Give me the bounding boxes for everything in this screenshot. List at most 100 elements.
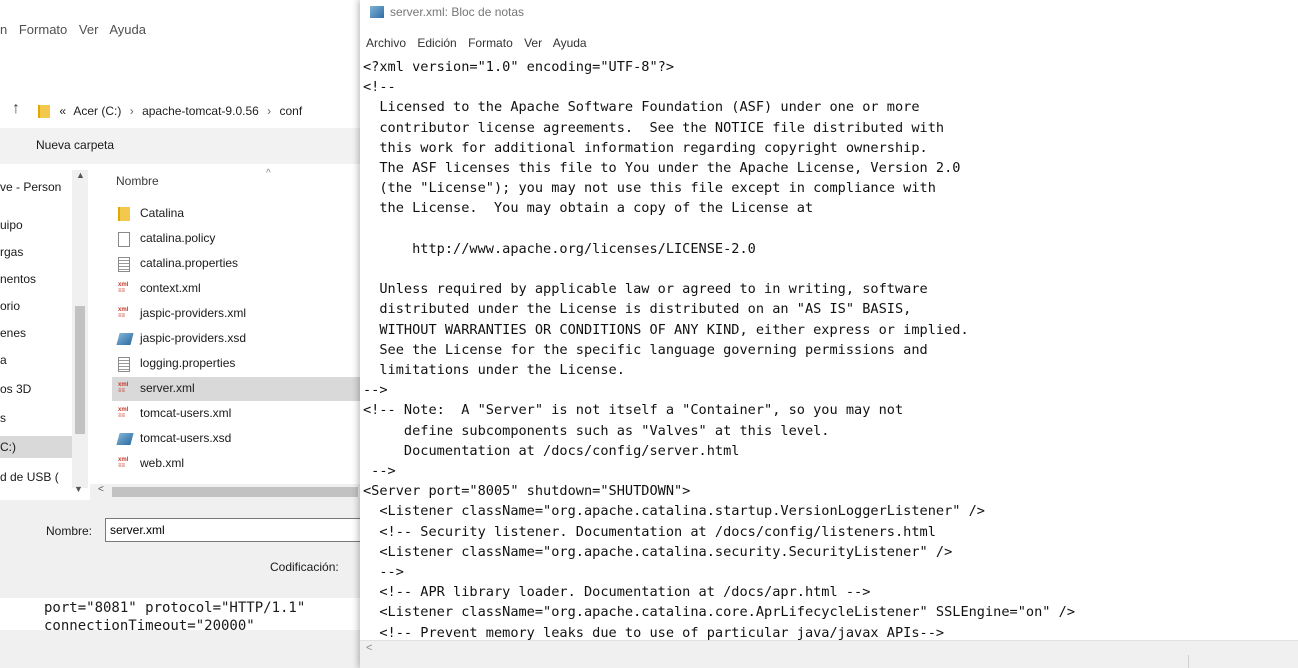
xml-file-icon: xml ≡≡ [118,307,129,319]
code-line[interactable]: Documentation at /docs/config/server.htm… [363,441,740,461]
menu-item-format[interactable]: Formato [19,22,67,37]
chevron-right-icon[interactable]: › [267,104,271,118]
file-list: Nombre ^ Catalina catalina.policy catali… [90,164,372,484]
address-bar: ↑ « Acer (C:) › apache-tomcat-9.0.56 › c… [0,96,372,126]
code-line[interactable]: <Server port="8005" shutdown="SHUTDOWN"> [363,481,690,501]
menu-item-view[interactable]: Ver [524,36,542,50]
code-line[interactable]: <!-- [363,77,396,97]
breadcrumb-item-conf[interactable]: conf [280,104,303,118]
menu-bar: Archivo Edición Formato Ver Ayuda [366,36,595,50]
file-list-hscrollbar[interactable]: < [90,484,372,500]
code-line[interactable]: contributor license agreements. See the … [363,118,944,138]
code-line[interactable]: this work for additional information reg… [363,138,927,158]
nav-item-desktop[interactable]: orio [0,295,72,317]
nav-item-images[interactable]: enes [0,322,72,344]
code-line[interactable]: Unless required by applicable law or agr… [363,279,927,299]
file-row[interactable]: xml ≡≡ context.xml [112,277,372,301]
encoding-label: Codificación: [270,560,339,574]
folder-icon [118,207,130,221]
code-line[interactable]: --> [363,461,396,481]
menu-item-edit-partial[interactable]: n [0,22,7,37]
code-line[interactable]: distributed under the License is distrib… [363,299,911,319]
scroll-thumb[interactable] [75,306,85,434]
scroll-up-icon[interactable]: ▲ [76,170,85,180]
nav-item-this-pc[interactable]: uipo [0,214,72,236]
xml-file-icon: xml ≡≡ [118,457,129,469]
nav-item-3d-objects[interactable]: os 3D [0,378,72,400]
text-editor-area[interactable]: <?xml version="1.0" encoding="UTF-8"?> <!… [360,52,1298,640]
code-line[interactable]: --> [363,380,388,400]
breadcrumb-item-tomcat[interactable]: apache-tomcat-9.0.56 [142,104,259,118]
nav-scrollbar[interactable]: ▲ [72,170,88,488]
file-row[interactable]: logging.properties [112,352,372,376]
code-line[interactable]: define subcomponents such as "Valves" at… [363,421,830,441]
file-name: context.xml [140,281,201,295]
code-line[interactable]: Licensed to the Apache Software Foundati… [363,97,919,117]
editor-hscrollbar[interactable]: < [360,640,1298,658]
scroll-left-icon[interactable]: < [98,484,104,495]
xml-file-icon: xml ≡≡ [118,382,129,394]
code-line[interactable]: <!-- Prevent memory leaks due to use of … [363,623,944,640]
nav-item-music[interactable]: a [0,349,72,371]
menu-item-help[interactable]: Ayuda [109,22,146,37]
code-line[interactable]: limitations under the License. [363,360,625,380]
file-row[interactable]: xml ≡≡ tomcat-users.xml [112,402,372,426]
menu-item-help[interactable]: Ayuda [553,36,587,50]
file-row[interactable]: jaspic-providers.xsd [112,327,372,351]
xml-file-icon: xml ≡≡ [118,407,129,419]
file-name: jaspic-providers.xml [140,306,247,320]
nav-item-drive-c[interactable]: C:) [0,436,72,458]
file-name: catalina.policy [140,231,216,245]
background-editor-text: port="8081" protocol="HTTP/1.1" connecti… [0,598,372,630]
code-line[interactable]: (the "License"); you may not use this fi… [363,178,936,198]
scroll-down-icon[interactable]: ▼ [74,484,83,494]
title-bar[interactable]: server.xml: Bloc de notas [360,0,1298,30]
menu-item-format[interactable]: Formato [468,36,513,50]
file-name: tomcat-users.xml [140,406,232,420]
file-row[interactable]: catalina.policy [112,227,372,251]
breadcrumb-item-drive[interactable]: Acer (C:) [73,104,121,118]
code-line[interactable]: <Listener className="org.apache.catalina… [363,501,985,521]
nav-item-onedrive[interactable]: ve - Person [0,176,72,198]
code-line[interactable]: the License. You may obtain a copy of th… [363,198,813,218]
menu-item-view[interactable]: Ver [79,22,99,37]
document-icon [118,232,130,247]
nav-item-videos[interactable]: s [0,407,72,429]
up-arrow-icon[interactable]: ↑ [12,100,20,118]
properties-file-icon [118,357,130,372]
nav-item-documents[interactable]: nentos [0,268,72,290]
file-row-selected[interactable]: xml ≡≡ server.xml [112,377,372,401]
file-row[interactable]: xml ≡≡ jaspic-providers.xml [112,302,372,326]
code-line[interactable]: <Listener className="org.apache.catalina… [363,602,1075,622]
menu-item-file[interactable]: Archivo [366,36,406,50]
chevron-right-icon[interactable]: › [130,104,134,118]
code-line[interactable]: <!-- APR library loader. Documentation a… [363,582,870,602]
code-line[interactable]: --> [363,562,404,582]
file-row[interactable]: Catalina [112,202,372,226]
file-row[interactable]: catalina.properties [112,252,372,276]
code-line[interactable]: <!-- Security listener. Documentation at… [363,522,936,542]
background-menu-bar: n Formato Ver Ayuda [0,22,154,44]
file-row[interactable]: xml ≡≡ web.xml [112,452,372,476]
column-header-name[interactable]: Nombre [116,174,159,188]
code-line[interactable]: <!-- Note: A "Server" is not itself a "C… [363,400,903,420]
file-row[interactable]: tomcat-users.xsd [112,427,372,451]
code-line[interactable]: <?xml version="1.0" encoding="UTF-8"?> [363,57,674,77]
scroll-left-icon[interactable]: < [366,642,372,654]
menu-item-edit[interactable]: Edición [417,36,456,50]
nav-item-downloads[interactable]: rgas [0,241,72,263]
breadcrumb[interactable]: « Acer (C:) › apache-tomcat-9.0.56 › con… [32,96,372,126]
window-title: server.xml: Bloc de notas [390,5,525,19]
code-line[interactable]: See the License for the specific languag… [363,340,927,360]
save-dialog: n Formato Ver Ayuda ↑ « Acer (C:) › apac… [0,0,372,668]
scroll-thumb[interactable] [112,487,358,497]
code-line[interactable]: WITHOUT WARRANTIES OR CONDITIONS OF ANY … [363,320,968,340]
filename-input[interactable] [105,518,367,542]
code-line[interactable]: http://www.apache.org/licenses/LICENSE-2… [363,239,756,259]
breadcrumb-overflow[interactable]: « [59,104,66,118]
code-line[interactable]: <Listener className="org.apache.catalina… [363,542,952,562]
new-folder-button[interactable]: Nueva carpeta [36,138,114,152]
code-line[interactable]: The ASF licenses this file to You under … [363,158,960,178]
nav-item-usb-drive[interactable]: d de USB ( [0,466,72,484]
xsd-file-icon [116,433,134,445]
